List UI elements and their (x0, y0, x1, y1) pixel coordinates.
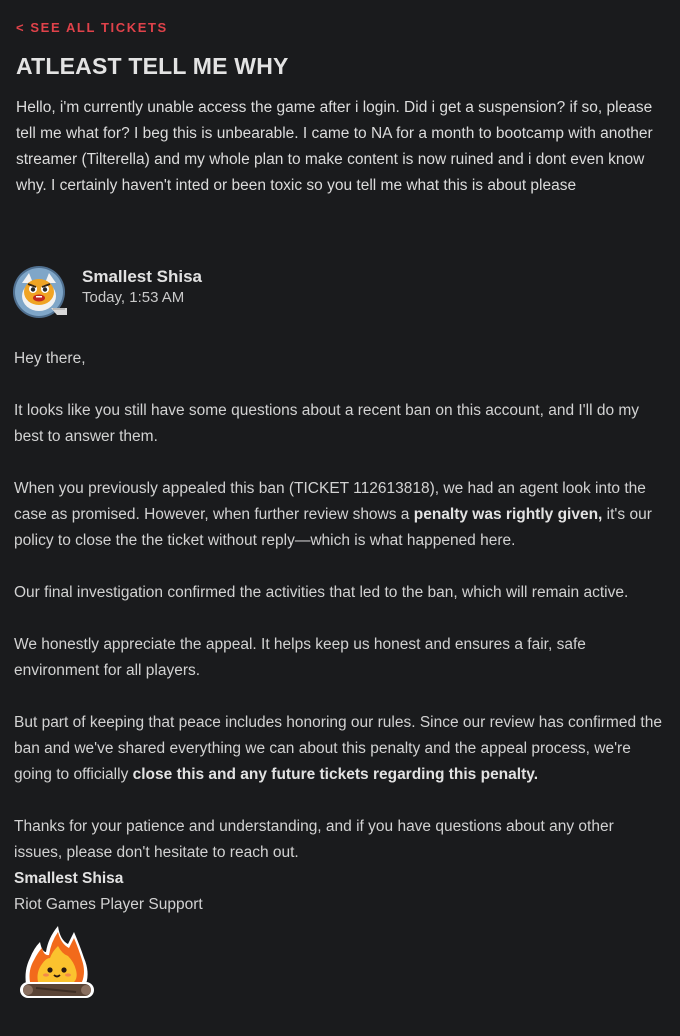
ticket-title: ATLEAST TELL ME WHY (16, 53, 289, 79)
see-all-tickets-link[interactable]: < SEE ALL TICKETS (16, 20, 168, 35)
signature-name: Smallest Shisa (14, 870, 124, 887)
reply-paragraph: When you previously appealed this ban (T… (14, 476, 664, 554)
reply-paragraph: Our final investigation confirmed the ac… (14, 584, 629, 601)
reply-timestamp: Today, 1:53 AM (82, 289, 185, 306)
reply-emphasis: penalty was rightly given, (413, 506, 603, 523)
reply-paragraph: It looks like you still have some questi… (14, 402, 640, 445)
reply-greeting: Hey there, (14, 350, 86, 367)
reply-paragraph: But part of keeping that peace includes … (14, 710, 664, 788)
campfire-sticker-icon (20, 926, 94, 998)
reply-message: Hey there, It looks like you still have … (14, 346, 664, 918)
ticket-body: Hello, i'm currently unable access the g… (16, 99, 653, 194)
reply-paragraph: Thanks for your patience and understandi… (14, 818, 614, 861)
reply-emphasis: close this and any future tickets regard… (132, 766, 539, 783)
reply-paragraph: We honestly appreciate the appeal. It he… (14, 636, 586, 679)
signature-team: Riot Games Player Support (14, 896, 203, 913)
angry-poro-avatar-icon (13, 266, 67, 318)
reply-author-name: Smallest Shisa (82, 267, 203, 286)
